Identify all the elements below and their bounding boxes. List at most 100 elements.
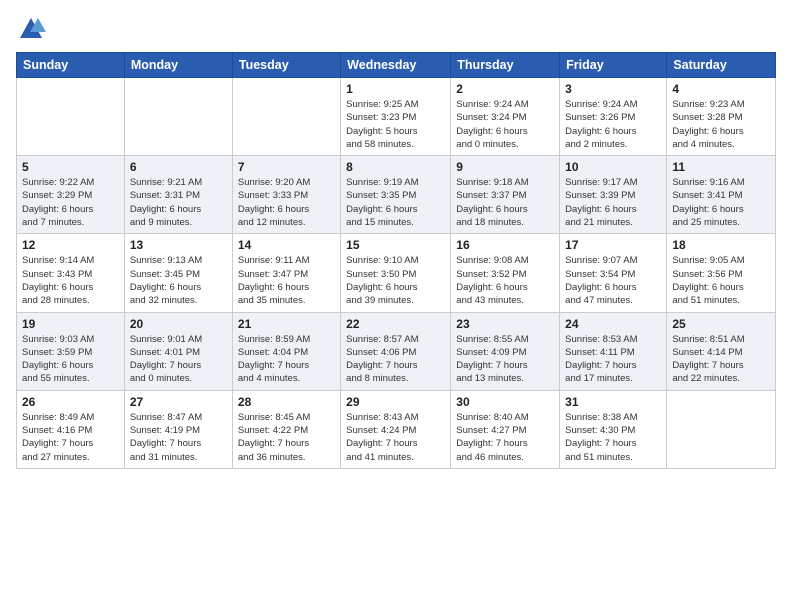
- day-number: 23: [456, 317, 554, 331]
- day-number: 6: [130, 160, 227, 174]
- week-row-5: 26 Sunrise: 8:49 AM Sunset: 4:16 PM Dayli…: [17, 390, 776, 468]
- day-number: 17: [565, 238, 661, 252]
- header: [16, 10, 776, 44]
- day-cell: 30 Sunrise: 8:40 AM Sunset: 4:27 PM Dayli…: [451, 390, 560, 468]
- calendar-body: 1Sunrise: 9:25 AM Sunset: 3:23 PM Daylig…: [17, 78, 776, 469]
- calendar-header: SundayMondayTuesdayWednesdayThursdayFrid…: [17, 53, 776, 78]
- day-info: Sunrise: 9:10 AM Sunset: 3:50 PM Dayligh…: [346, 254, 445, 307]
- day-number: 1: [346, 82, 445, 96]
- day-cell: 29Sunrise: 8:43 AM Sunset: 4:24 PM Dayli…: [341, 390, 451, 468]
- day-cell: 12 Sunrise: 9:14 AM Sunset: 3:43 PM Dayli…: [17, 234, 125, 312]
- day-cell: 25Sunrise: 8:51 AM Sunset: 4:14 PM Dayli…: [667, 312, 776, 390]
- day-cell: 9Sunrise: 9:18 AM Sunset: 3:37 PM Daylig…: [451, 156, 560, 234]
- day-info: Sunrise: 8:57 AM Sunset: 4:06 PM Dayligh…: [346, 333, 445, 386]
- logo-icon: [16, 14, 46, 44]
- day-info: Sunrise: 9:21 AM Sunset: 3:31 PM Dayligh…: [130, 176, 227, 229]
- day-info: Sunrise: 8:55 AM Sunset: 4:09 PM Dayligh…: [456, 333, 554, 386]
- weekday-row: SundayMondayTuesdayWednesdayThursdayFrid…: [17, 53, 776, 78]
- day-cell: 31 Sunrise: 8:38 AM Sunset: 4:30 PM Dayli…: [560, 390, 667, 468]
- day-number: 31: [565, 395, 661, 409]
- day-info: Sunrise: 9:17 AM Sunset: 3:39 PM Dayligh…: [565, 176, 661, 229]
- day-cell: 10 Sunrise: 9:17 AM Sunset: 3:39 PM Dayli…: [560, 156, 667, 234]
- day-number: 8: [346, 160, 445, 174]
- day-info: Sunrise: 9:19 AM Sunset: 3:35 PM Dayligh…: [346, 176, 445, 229]
- logo: [16, 14, 50, 44]
- day-cell: 11Sunrise: 9:16 AM Sunset: 3:41 PM Dayli…: [667, 156, 776, 234]
- weekday-header-friday: Friday: [560, 53, 667, 78]
- day-info: Sunrise: 9:05 AM Sunset: 3:56 PM Dayligh…: [672, 254, 770, 307]
- day-number: 20: [130, 317, 227, 331]
- day-info: Sunrise: 9:16 AM Sunset: 3:41 PM Dayligh…: [672, 176, 770, 229]
- day-cell: 24 Sunrise: 8:53 AM Sunset: 4:11 PM Dayli…: [560, 312, 667, 390]
- day-info: Sunrise: 8:43 AM Sunset: 4:24 PM Dayligh…: [346, 411, 445, 464]
- day-info: Sunrise: 9:11 AM Sunset: 3:47 PM Dayligh…: [238, 254, 335, 307]
- day-number: 28: [238, 395, 335, 409]
- day-cell: [232, 78, 340, 156]
- weekday-header-tuesday: Tuesday: [232, 53, 340, 78]
- calendar-table: SundayMondayTuesdayWednesdayThursdayFrid…: [16, 52, 776, 469]
- day-cell: [17, 78, 125, 156]
- day-number: 24: [565, 317, 661, 331]
- day-info: Sunrise: 8:53 AM Sunset: 4:11 PM Dayligh…: [565, 333, 661, 386]
- day-cell: 3 Sunrise: 9:24 AM Sunset: 3:26 PM Daylig…: [560, 78, 667, 156]
- day-cell: 14Sunrise: 9:11 AM Sunset: 3:47 PM Dayli…: [232, 234, 340, 312]
- weekday-header-sunday: Sunday: [17, 53, 125, 78]
- weekday-header-wednesday: Wednesday: [341, 53, 451, 78]
- day-number: 16: [456, 238, 554, 252]
- week-row-4: 19 Sunrise: 9:03 AM Sunset: 3:59 PM Dayli…: [17, 312, 776, 390]
- day-info: Sunrise: 9:24 AM Sunset: 3:26 PM Dayligh…: [565, 98, 661, 151]
- day-cell: 26 Sunrise: 8:49 AM Sunset: 4:16 PM Dayli…: [17, 390, 125, 468]
- day-info: Sunrise: 9:01 AM Sunset: 4:01 PM Dayligh…: [130, 333, 227, 386]
- day-info: Sunrise: 8:38 AM Sunset: 4:30 PM Dayligh…: [565, 411, 661, 464]
- day-cell: 13 Sunrise: 9:13 AM Sunset: 3:45 PM Dayli…: [124, 234, 232, 312]
- day-cell: [124, 78, 232, 156]
- day-cell: 7Sunrise: 9:20 AM Sunset: 3:33 PM Daylig…: [232, 156, 340, 234]
- day-number: 13: [130, 238, 227, 252]
- day-number: 19: [22, 317, 119, 331]
- day-cell: 22 Sunrise: 8:57 AM Sunset: 4:06 PM Dayli…: [341, 312, 451, 390]
- day-number: 26: [22, 395, 119, 409]
- day-info: Sunrise: 9:14 AM Sunset: 3:43 PM Dayligh…: [22, 254, 119, 307]
- day-cell: 21Sunrise: 8:59 AM Sunset: 4:04 PM Dayli…: [232, 312, 340, 390]
- week-row-3: 12 Sunrise: 9:14 AM Sunset: 3:43 PM Dayli…: [17, 234, 776, 312]
- day-number: 10: [565, 160, 661, 174]
- day-info: Sunrise: 9:13 AM Sunset: 3:45 PM Dayligh…: [130, 254, 227, 307]
- day-number: 4: [672, 82, 770, 96]
- day-info: Sunrise: 9:22 AM Sunset: 3:29 PM Dayligh…: [22, 176, 119, 229]
- day-cell: 5 Sunrise: 9:22 AM Sunset: 3:29 PM Daylig…: [17, 156, 125, 234]
- day-info: Sunrise: 9:24 AM Sunset: 3:24 PM Dayligh…: [456, 98, 554, 151]
- day-cell: 2Sunrise: 9:24 AM Sunset: 3:24 PM Daylig…: [451, 78, 560, 156]
- day-cell: [667, 390, 776, 468]
- page: SundayMondayTuesdayWednesdayThursdayFrid…: [0, 0, 792, 612]
- day-info: Sunrise: 9:07 AM Sunset: 3:54 PM Dayligh…: [565, 254, 661, 307]
- day-cell: 8 Sunrise: 9:19 AM Sunset: 3:35 PM Daylig…: [341, 156, 451, 234]
- day-info: Sunrise: 9:03 AM Sunset: 3:59 PM Dayligh…: [22, 333, 119, 386]
- day-number: 5: [22, 160, 119, 174]
- day-cell: 18Sunrise: 9:05 AM Sunset: 3:56 PM Dayli…: [667, 234, 776, 312]
- day-cell: 16 Sunrise: 9:08 AM Sunset: 3:52 PM Dayli…: [451, 234, 560, 312]
- week-row-1: 1Sunrise: 9:25 AM Sunset: 3:23 PM Daylig…: [17, 78, 776, 156]
- day-cell: 17 Sunrise: 9:07 AM Sunset: 3:54 PM Dayli…: [560, 234, 667, 312]
- day-cell: 1Sunrise: 9:25 AM Sunset: 3:23 PM Daylig…: [341, 78, 451, 156]
- day-info: Sunrise: 9:08 AM Sunset: 3:52 PM Dayligh…: [456, 254, 554, 307]
- day-number: 30: [456, 395, 554, 409]
- day-cell: 4 Sunrise: 9:23 AM Sunset: 3:28 PM Daylig…: [667, 78, 776, 156]
- day-number: 3: [565, 82, 661, 96]
- day-cell: 28 Sunrise: 8:45 AM Sunset: 4:22 PM Dayli…: [232, 390, 340, 468]
- day-cell: 15Sunrise: 9:10 AM Sunset: 3:50 PM Dayli…: [341, 234, 451, 312]
- day-number: 21: [238, 317, 335, 331]
- day-info: Sunrise: 8:45 AM Sunset: 4:22 PM Dayligh…: [238, 411, 335, 464]
- day-cell: 6 Sunrise: 9:21 AM Sunset: 3:31 PM Daylig…: [124, 156, 232, 234]
- weekday-header-monday: Monday: [124, 53, 232, 78]
- week-row-2: 5 Sunrise: 9:22 AM Sunset: 3:29 PM Daylig…: [17, 156, 776, 234]
- day-number: 9: [456, 160, 554, 174]
- day-cell: 23 Sunrise: 8:55 AM Sunset: 4:09 PM Dayli…: [451, 312, 560, 390]
- day-number: 27: [130, 395, 227, 409]
- day-number: 22: [346, 317, 445, 331]
- day-info: Sunrise: 8:40 AM Sunset: 4:27 PM Dayligh…: [456, 411, 554, 464]
- day-info: Sunrise: 8:49 AM Sunset: 4:16 PM Dayligh…: [22, 411, 119, 464]
- day-info: Sunrise: 9:23 AM Sunset: 3:28 PM Dayligh…: [672, 98, 770, 151]
- day-number: 25: [672, 317, 770, 331]
- day-info: Sunrise: 9:20 AM Sunset: 3:33 PM Dayligh…: [238, 176, 335, 229]
- day-number: 12: [22, 238, 119, 252]
